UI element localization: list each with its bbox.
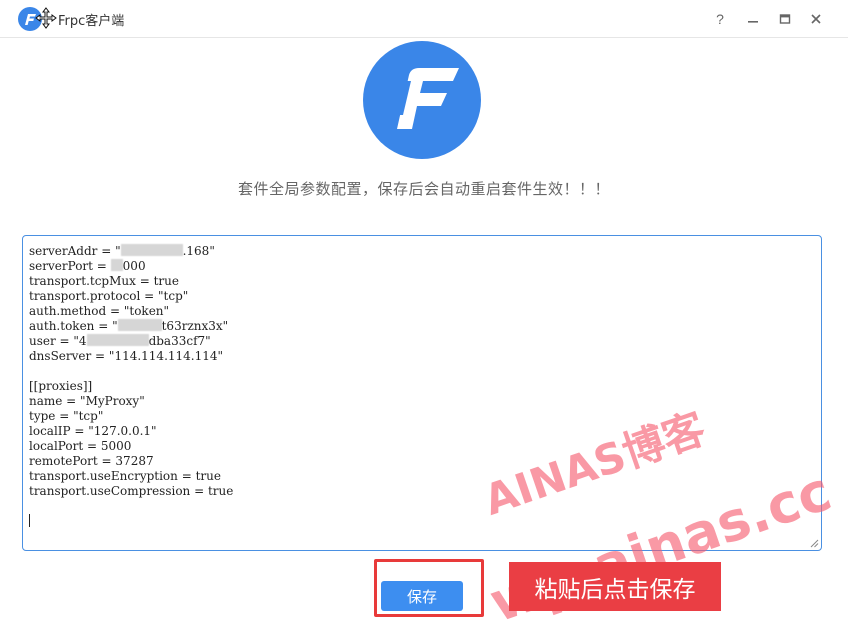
config-line	[29, 499, 815, 514]
help-button[interactable]: ?	[710, 9, 730, 29]
config-line-text: t63rznx3x"	[161, 319, 229, 333]
config-line: transport.tcpMux = true	[29, 274, 815, 289]
notice-text: 套件全局参数配置，保存后会自动重启套件生效！！！	[237, 180, 610, 198]
maximize-icon	[779, 14, 791, 24]
resize-grip-icon[interactable]	[810, 539, 819, 548]
close-icon	[811, 14, 821, 24]
config-line-text: serverAddr = "	[29, 244, 121, 258]
config-textarea[interactable]: serverAddr = " .168" serverPort = 000 trans…	[22, 235, 822, 551]
paste-hint-label: 粘贴后点击保存	[509, 562, 721, 611]
config-line: serverPort = 000	[29, 259, 815, 274]
config-line-text: name = "MyProxy"	[29, 394, 145, 408]
config-line: auth.method = "token"	[29, 304, 815, 319]
config-line-text: transport.protocol = "tcp"	[29, 289, 189, 303]
close-button[interactable]	[806, 9, 826, 29]
config-line: name = "MyProxy"	[29, 394, 815, 409]
config-line-text: auth.method = "token"	[29, 304, 170, 318]
config-line-text: transport.useCompression = true	[29, 484, 234, 498]
config-line: user = "4 dba33cf7"	[29, 334, 815, 349]
config-line: localIP = "127.0.0.1"	[29, 424, 815, 439]
frp-big-logo-icon	[363, 41, 481, 159]
config-line-text: transport.tcpMux = true	[29, 274, 179, 288]
move-cursor-icon	[35, 7, 57, 29]
config-line-text: dnsServer = "114.114.114.114"	[29, 349, 224, 363]
config-line-text: type = "tcp"	[29, 409, 104, 423]
config-line-text: transport.useEncryption = true	[29, 469, 221, 483]
config-line: auth.token = " t63rznx3x"	[29, 319, 815, 334]
config-line-text: localPort = 5000	[29, 439, 132, 453]
config-line: [[proxies]]	[29, 379, 815, 394]
config-line: serverAddr = " .168"	[29, 244, 815, 259]
window-title: Frpc客户端	[58, 14, 125, 29]
config-line-text: localIP = "127.0.0.1"	[29, 424, 157, 438]
config-line-text: 000	[122, 259, 146, 273]
config-line-text: serverPort =	[29, 259, 111, 273]
config-line-text: [[proxies]]	[29, 379, 93, 393]
config-line-text: dba33cf7"	[148, 334, 211, 348]
text-caret	[29, 514, 30, 527]
config-line-text: .168"	[182, 244, 215, 258]
save-button[interactable]: 保存	[381, 581, 463, 611]
config-line-text: remotePort = 37287	[29, 454, 154, 468]
config-line	[29, 514, 815, 529]
minimize-button[interactable]	[743, 9, 763, 29]
redacted-block	[117, 319, 162, 331]
config-line-text: user = "4	[29, 334, 87, 348]
frpc-client-window: Frpc客户端 ? 套件全局参数配置，保存后会自动重启套件生效！！！ serve…	[0, 0, 848, 637]
title-bar: Frpc客户端 ?	[0, 0, 848, 38]
config-line-text: auth.token = "	[29, 319, 118, 333]
redacted-block	[86, 334, 149, 346]
redacted-block	[120, 244, 183, 256]
config-line: remotePort = 37287	[29, 454, 815, 469]
config-content: serverAddr = " .168" serverPort = 000 trans…	[29, 244, 815, 529]
config-line: transport.useCompression = true	[29, 484, 815, 499]
config-line: transport.protocol = "tcp"	[29, 289, 815, 304]
config-line	[29, 364, 815, 379]
maximize-button[interactable]	[775, 9, 795, 29]
config-line: type = "tcp"	[29, 409, 815, 424]
config-line: transport.useEncryption = true	[29, 469, 815, 484]
redacted-block	[110, 259, 123, 271]
minimize-icon	[748, 21, 758, 23]
config-line: localPort = 5000	[29, 439, 815, 454]
config-line: dnsServer = "114.114.114.114"	[29, 349, 815, 364]
